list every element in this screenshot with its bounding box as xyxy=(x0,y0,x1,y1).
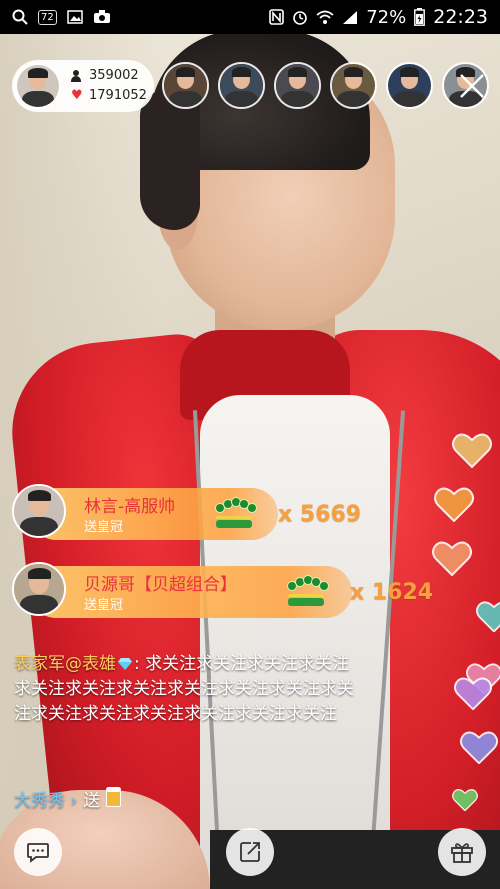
gift-banner: 林言-高服帅 送皇冠 x 5669 xyxy=(12,484,372,540)
notification-badge: 72 xyxy=(38,9,57,25)
share-button[interactable] xyxy=(226,828,274,876)
gift-action-label: 送皇冠 xyxy=(84,520,124,535)
image-icon xyxy=(66,10,83,24)
viewer-avatar-list xyxy=(162,62,489,109)
diamond-icon xyxy=(118,658,132,670)
gift-banner: 贝源哥【贝超组合】 送皇冠 x 1624 xyxy=(12,562,442,618)
clock: 22:23 xyxy=(433,6,488,28)
signal-icon xyxy=(342,10,358,25)
chat-text: 送 xyxy=(83,791,101,811)
crown-gift-icon xyxy=(284,576,328,606)
battery-icon xyxy=(414,8,426,26)
chat-message: 大秀秀 › 送 xyxy=(14,786,122,811)
search-icon xyxy=(12,9,28,25)
chat-username[interactable]: 大秀秀 › xyxy=(14,786,77,811)
gift-count: x 5669 xyxy=(278,502,362,527)
close-icon xyxy=(460,74,484,98)
gift-sender-name: 贝源哥【贝超组合】 xyxy=(84,575,237,595)
viewer-avatar[interactable] xyxy=(274,62,321,109)
like-count: 1791052 xyxy=(89,88,147,103)
wifi-icon xyxy=(316,10,334,25)
gift-button[interactable] xyxy=(438,828,486,876)
viewer-avatar[interactable] xyxy=(330,62,377,109)
host-stats: 359002 ♥ 1791052 xyxy=(71,66,147,106)
crown-gift-icon xyxy=(212,498,256,528)
gift-action-label: 送皇冠 xyxy=(84,598,124,613)
gift-sender-name: 林言-高服帅 xyxy=(84,497,176,517)
viewer-avatar[interactable] xyxy=(386,62,433,109)
share-icon xyxy=(240,842,260,862)
host-avatar[interactable] xyxy=(15,63,61,109)
close-button[interactable] xyxy=(452,66,492,106)
camera-icon xyxy=(93,10,111,24)
person-icon xyxy=(71,70,81,82)
beer-icon xyxy=(106,787,122,807)
gift-sender-avatar[interactable] xyxy=(12,562,66,616)
nfc-icon xyxy=(269,9,285,25)
chat-message: 表家军@表雄: 求关注求关注求关注求关注求关注求关注求关注求关注求关注求关注求关… xyxy=(14,652,364,727)
alarm-icon xyxy=(292,9,308,25)
gift-box-icon xyxy=(451,843,473,863)
gift-count: x 1624 xyxy=(350,580,434,605)
gift-sender-avatar[interactable] xyxy=(12,484,66,538)
chat-username[interactable]: 表家军@表雄 xyxy=(14,654,116,674)
chat-button[interactable] xyxy=(14,828,62,876)
battery-percent: 72% xyxy=(366,6,407,28)
viewer-avatar[interactable] xyxy=(162,62,209,109)
heart-icon: ♥ xyxy=(71,88,83,103)
host-info-pill[interactable]: 359002 ♥ 1791052 xyxy=(12,60,154,112)
follower-count: 359002 xyxy=(89,68,139,83)
status-bar: 72 72% 22:23 xyxy=(0,0,500,34)
chat-bubble-icon xyxy=(27,843,49,863)
live-video-background xyxy=(0,0,500,889)
viewer-avatar[interactable] xyxy=(218,62,265,109)
streamer-tshirt xyxy=(200,395,390,889)
